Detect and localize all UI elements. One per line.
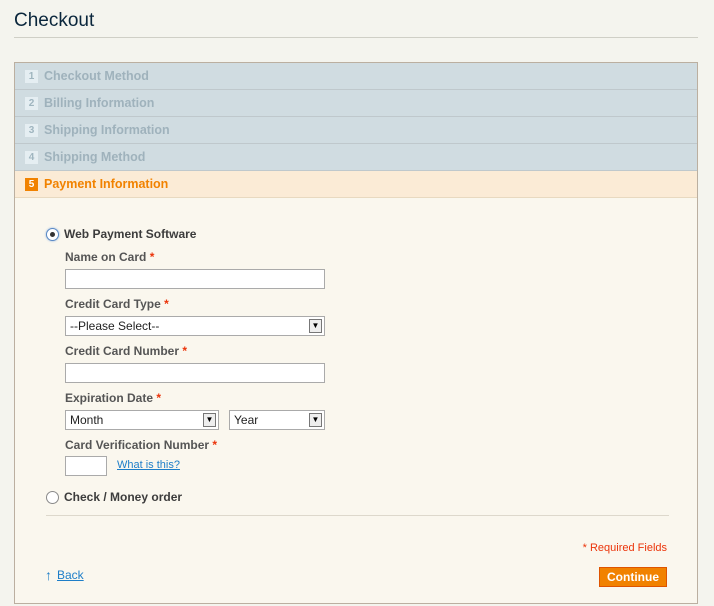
cc-type-select[interactable]: --Please Select-- ▼ <box>65 316 325 336</box>
check-money-order-label[interactable]: Check / Money order <box>64 490 182 504</box>
back-link[interactable]: Back <box>57 568 84 582</box>
name-on-card-input[interactable] <box>65 269 325 289</box>
checkout-steps: 1 Checkout Method 2 Billing Information … <box>14 62 698 604</box>
step-billing-information[interactable]: 2 Billing Information <box>15 90 697 117</box>
step-number: 4 <box>25 150 38 164</box>
name-on-card-label: Name on Card * <box>65 250 155 264</box>
step-shipping-method[interactable]: 4 Shipping Method <box>15 144 697 171</box>
check-money-order-radio[interactable] <box>46 491 59 504</box>
year-value: Year <box>234 413 259 427</box>
web-payment-radio[interactable] <box>46 228 59 241</box>
step-label: Billing Information <box>44 96 155 110</box>
back-control[interactable]: ↑ Back <box>45 567 84 583</box>
cvv-input[interactable] <box>65 456 107 476</box>
step-label: Payment Information <box>44 177 169 191</box>
title-divider <box>14 37 698 38</box>
continue-button[interactable]: Continue <box>599 567 667 587</box>
cc-type-value: --Please Select-- <box>70 319 160 333</box>
step-label: Checkout Method <box>44 69 149 83</box>
expiration-label: Expiration Date * <box>65 391 162 405</box>
cc-type-label: Credit Card Type * <box>65 297 169 311</box>
step-number: 5 <box>25 177 38 191</box>
chevron-down-icon: ▼ <box>203 413 216 427</box>
arrow-up-icon: ↑ <box>45 567 52 583</box>
step-number: 3 <box>25 123 38 137</box>
step-label: Shipping Information <box>44 123 170 137</box>
cc-number-input[interactable] <box>65 363 325 383</box>
step-number: 2 <box>25 96 38 110</box>
step-checkout-method[interactable]: 1 Checkout Method <box>15 63 697 90</box>
page-title: Checkout <box>14 10 95 31</box>
expiration-year-select[interactable]: Year ▼ <box>229 410 325 430</box>
cc-number-label: Credit Card Number * <box>65 344 188 358</box>
month-value: Month <box>70 413 104 427</box>
required-fields-note: * Required Fields <box>582 542 667 554</box>
step-shipping-information[interactable]: 3 Shipping Information <box>15 117 697 144</box>
step-label: Shipping Method <box>44 150 146 164</box>
step-payment-information: 5 Payment Information <box>15 171 697 198</box>
chevron-down-icon: ▼ <box>309 413 322 427</box>
form-divider <box>46 515 669 516</box>
chevron-down-icon: ▼ <box>309 319 322 333</box>
expiration-month-select[interactable]: Month ▼ <box>65 410 219 430</box>
step-number: 1 <box>25 69 38 83</box>
cvv-label: Card Verification Number * <box>65 438 218 452</box>
what-is-this-link[interactable]: What is this? <box>117 459 180 471</box>
payment-form: Web Payment Software Name on Card * Cred… <box>15 198 697 604</box>
web-payment-label[interactable]: Web Payment Software <box>64 227 196 241</box>
